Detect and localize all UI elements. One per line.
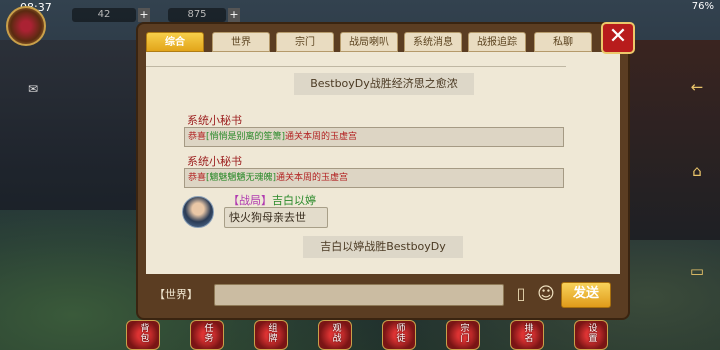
chat-message-bubble: 快火狗母亲去世 [224, 207, 328, 228]
system-message-box: 恭喜[悄悄是别离的笙箫]通关本周的玉虚宫 [184, 127, 564, 147]
nav-label: 任务 [204, 324, 214, 344]
nav-tasks[interactable]: 任务 [186, 320, 226, 350]
scroll-divider [146, 56, 566, 67]
mail-icon[interactable]: ✉ [28, 82, 38, 96]
resource-gold-plus-button[interactable]: + [138, 8, 150, 22]
tab-system[interactable]: 系统消息 [404, 32, 462, 52]
nav-label: 设置 [588, 324, 598, 344]
nav-settings[interactable]: 设置 [570, 320, 610, 350]
system-message-box: 恭喜[魑魅魍魉无魂魄]通关本周的玉虚宫 [184, 168, 564, 188]
recent-apps-icon[interactable]: ▭ [684, 262, 710, 282]
system-message-team: [悄悄是别离的笙箫] [206, 132, 286, 142]
resource-gold-value: 42 [97, 9, 111, 20]
nav-mentor[interactable]: 师徒 [378, 320, 418, 350]
nav-deck[interactable]: 组牌 [250, 320, 290, 350]
channel-label[interactable]: 【世界】 [154, 286, 198, 302]
battle-result-message: 吉白以婷战胜BestboyDy [303, 236, 463, 258]
resource-gem-plus-button[interactable]: + [228, 8, 240, 22]
chat-channel-tag: 【战局】 [228, 194, 272, 207]
system-message-prefix: 恭喜 [188, 132, 207, 142]
system-message-team: [魑魅魍魉无魂魄] [206, 173, 277, 183]
resource-gold: 42 + [72, 8, 150, 22]
status-battery: 76% [691, 1, 714, 12]
system-sender-name: 系统小秘书 [187, 155, 242, 168]
nav-sect[interactable]: 宗门 [442, 320, 482, 350]
nav-label: 观战 [332, 324, 342, 344]
chat-user-name[interactable]: 吉白以婷 [272, 194, 316, 207]
chat-message-header: 【战局】吉白以婷 [228, 192, 316, 208]
resource-gem-value: 875 [187, 9, 207, 20]
background-building-left [0, 40, 140, 210]
cards-icon[interactable]: ▯ [512, 284, 530, 304]
nav-label: 排名 [524, 324, 534, 344]
home-icon[interactable]: ⌂ [684, 162, 710, 182]
nav-label: 背包 [140, 324, 150, 344]
nav-spectate[interactable]: 观战 [314, 320, 354, 350]
system-message-prefix: 恭喜 [188, 173, 207, 183]
player-avatar[interactable] [6, 6, 46, 46]
battle-result-message: BestboyDy战胜经济思之愈浓 [294, 73, 474, 95]
tab-battle-horn[interactable]: 战局喇叭 [340, 32, 398, 52]
tab-general[interactable]: 综合 [146, 32, 204, 52]
chat-input[interactable] [214, 284, 504, 306]
nav-bag[interactable]: 背包 [122, 320, 162, 350]
tab-private[interactable]: 私聊 [534, 32, 592, 52]
close-button[interactable]: ✕ [601, 22, 635, 54]
resource-gem: 875 + [168, 8, 240, 22]
send-button[interactable]: 发送 [561, 282, 611, 308]
chat-user-avatar[interactable] [182, 196, 214, 228]
emoji-icon[interactable]: ☺ [536, 284, 556, 304]
nav-label: 组牌 [268, 324, 278, 344]
tab-world[interactable]: 世界 [212, 32, 270, 52]
tab-battle-report[interactable]: 战报追踪 [468, 32, 526, 52]
system-message-suffix: 通关本周的玉虚宫 [276, 173, 349, 183]
nav-label: 师徒 [396, 324, 406, 344]
nav-label: 宗门 [460, 324, 470, 344]
background-building-right [625, 40, 720, 240]
nav-ranking[interactable]: 排名 [506, 320, 546, 350]
back-arrow-icon[interactable]: ← [684, 78, 710, 98]
system-message-suffix: 通关本周的玉虚宫 [285, 132, 358, 142]
system-sender-name: 系统小秘书 [187, 114, 242, 127]
tab-sect[interactable]: 宗门 [276, 32, 334, 52]
